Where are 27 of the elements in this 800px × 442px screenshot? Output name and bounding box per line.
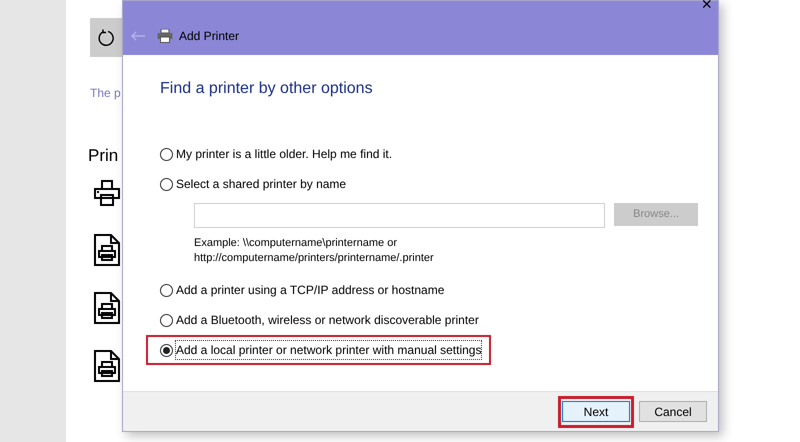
- printer-name-field[interactable]: [194, 203, 606, 228]
- radio-button[interactable]: [160, 344, 173, 356]
- radio-button[interactable]: [160, 178, 173, 190]
- radio-button[interactable]: [160, 148, 173, 160]
- cancel-button[interactable]: Cancel: [639, 401, 707, 422]
- dialog-heading: Find a printer by other options: [160, 79, 374, 99]
- example-text: http://computername/printers/printername/.printer: [194, 251, 435, 266]
- printer-document-icon: [94, 292, 120, 324]
- option-label[interactable]: Add a local printer or network printer with manual settings: [176, 341, 482, 359]
- option-label[interactable]: Add a printer using a TCP/IP address or hostname: [176, 281, 444, 299]
- refresh-button[interactable]: [90, 18, 122, 57]
- option-label[interactable]: Add a Bluetooth, wireless or network discoverable printer: [176, 311, 479, 329]
- printer-icon: [94, 180, 120, 208]
- dialog-title: Add Printer: [179, 28, 240, 45]
- radio-button[interactable]: [160, 284, 173, 296]
- refresh-icon: [97, 28, 115, 46]
- example-text: Example: \\computername\printername or: [194, 236, 398, 251]
- option-label[interactable]: Select a shared printer by name: [176, 175, 346, 193]
- printer-document-icon: [94, 350, 120, 382]
- radio-button[interactable]: [160, 314, 173, 326]
- option-label[interactable]: My printer is a little older. Help me find it.: [176, 145, 392, 163]
- close-button[interactable]: ×: [699, 0, 714, 13]
- intro-text: The p: [90, 85, 121, 102]
- printer-document-icon: [94, 234, 120, 266]
- next-button[interactable]: Next: [562, 401, 630, 422]
- section-heading: Prin: [88, 145, 118, 167]
- printer-icon: [157, 29, 173, 43]
